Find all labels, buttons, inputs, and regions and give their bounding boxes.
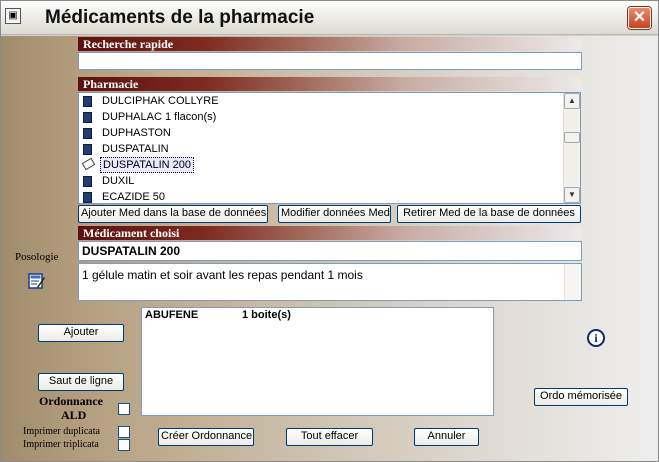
scroll-down-icon[interactable]: ▼ [564,187,580,203]
pharmacy-list[interactable]: DULCIPHAK COLLYRE DUPHALAC 1 flacon(s) D… [78,92,581,204]
list-item[interactable]: DUPHALAC 1 flacon(s) [81,109,563,125]
medicine-box-icon [83,96,92,107]
window-title: Médicaments de la pharmacie [45,7,315,28]
create-prescription-button[interactable]: Créer Ordonnance [158,428,254,446]
ald-checkbox[interactable] [118,403,130,415]
list-item[interactable]: DUXIL [81,173,563,189]
list-item[interactable]: DUSPATALIN [81,141,563,157]
list-item[interactable]: DULCIPHAK COLLYRE [81,93,563,109]
clear-all-button[interactable]: Tout effacer [286,428,373,446]
list-scrollbar[interactable]: ▲ ▼ [563,93,580,203]
posologie-label: Posologie [15,251,59,263]
pharmacy-medications-window: ▣ Médicaments de la pharmacie ✕ Recherch… [0,0,659,462]
scroll-thumb[interactable] [564,132,580,143]
list-item[interactable]: ECAZIDE 50 [81,189,563,203]
scroll-up-icon[interactable]: ▲ [564,93,580,109]
chosen-med-header: Médicament choisi [78,226,581,240]
ald-label-2: ALD [61,408,87,422]
pill-icon [81,157,96,171]
duplicate-label: Imprimer duplicata [23,426,100,437]
ald-label-1: Ordonnance [39,394,104,408]
triplicate-label: Imprimer triplicata [23,439,99,450]
list-item-selected[interactable]: DUSPATALIN 200 [81,157,563,173]
edit-dosage-icon[interactable] [28,273,46,290]
medicine-box-icon [83,192,92,203]
dosage-text-area[interactable]: 1 gélule matin et soir avant les repas p… [78,263,582,301]
triplicate-checkbox[interactable] [118,439,130,451]
duplicate-checkbox[interactable] [118,426,130,438]
list-item[interactable]: DUPHASTON [81,125,563,141]
search-header: Recherche rapide [78,37,581,51]
add-button[interactable]: Ajouter [38,324,124,342]
line-break-button[interactable]: Saut de ligne [38,373,124,391]
window-menu-icon[interactable]: ▣ [5,8,21,24]
memorized-prescription-button[interactable]: Ordo mémorisée [534,388,628,406]
dosage-scrollbar[interactable] [564,264,581,300]
prescription-quantity: 1 boite(s) [242,309,291,321]
prescription-drug: ABUFENE [145,309,199,321]
remove-med-button[interactable]: Retirer Med de la base de données [397,205,581,223]
medicine-box-icon [83,176,92,187]
search-input[interactable] [78,52,582,70]
medicine-box-icon [83,112,92,123]
prescription-list[interactable]: ABUFENE 1 boite(s) [141,307,494,416]
medicine-box-icon [83,128,92,139]
info-icon[interactable]: i [587,329,605,347]
medicine-box-icon [83,144,92,155]
pharmacy-header: Pharmacie [78,77,581,91]
close-icon[interactable]: ✕ [628,7,651,29]
chosen-med-field[interactable]: DUSPATALIN 200 [78,241,582,261]
cancel-button[interactable]: Annuler [414,428,479,446]
title-bar: ▣ Médicaments de la pharmacie ✕ [1,1,658,35]
add-med-button[interactable]: Ajouter Med dans la base de données [78,205,268,223]
modify-med-button[interactable]: Modifier données Med [278,205,391,223]
